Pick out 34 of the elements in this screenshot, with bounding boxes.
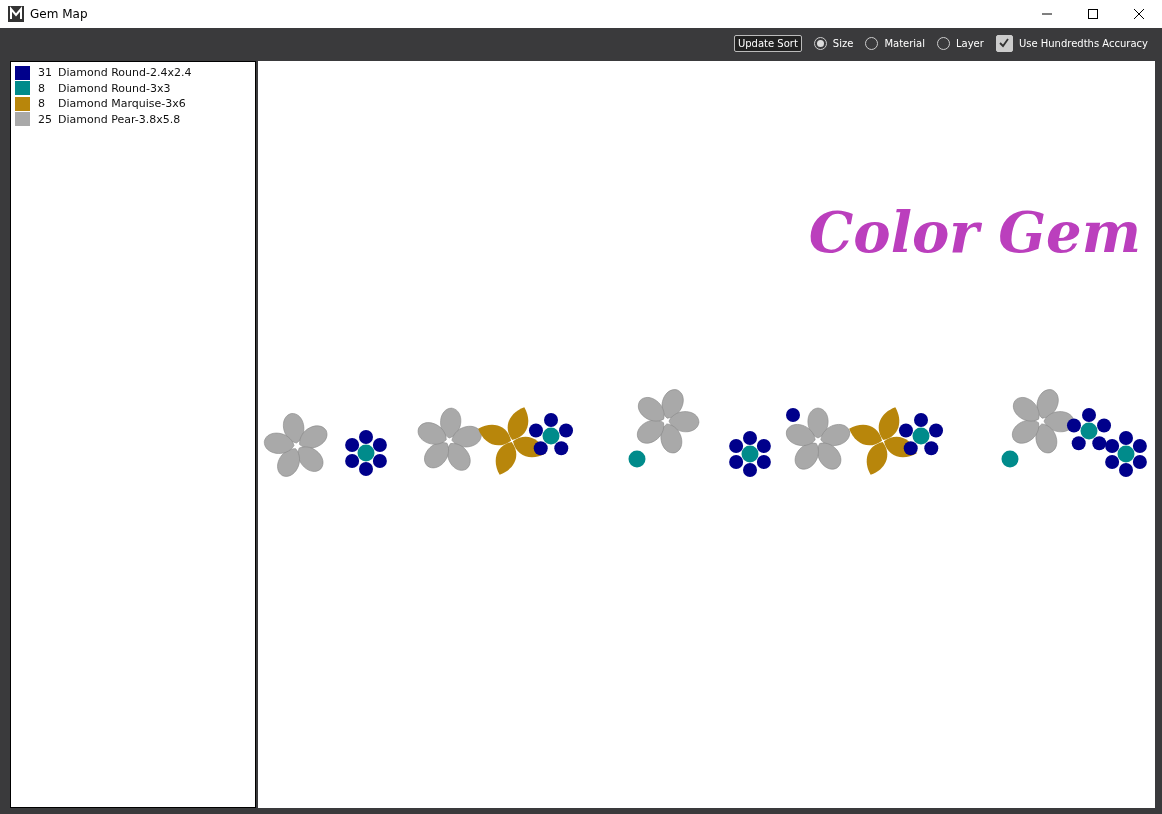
legend-count: 25 <box>38 112 53 126</box>
close-icon <box>1134 9 1144 19</box>
pear-flower-drawing <box>417 407 482 471</box>
pear-flower-drawing <box>264 413 328 477</box>
legend-count: 8 <box>38 97 46 111</box>
marquise-flower-drawing <box>849 407 917 475</box>
pear-flower-drawing <box>786 407 850 470</box>
legend-count: 8 <box>38 81 46 95</box>
rosette-drawing <box>345 430 387 476</box>
rosette-drawing <box>1066 408 1112 451</box>
legend-label: Diamond Pear-3.8x5.8 <box>58 112 181 126</box>
pear-flower-drawing <box>637 389 700 454</box>
accuracy-checkbox[interactable] <box>995 34 1013 52</box>
rosette-drawing <box>729 431 771 477</box>
round-gem-icon <box>628 450 646 468</box>
rosette-drawing <box>898 413 944 456</box>
update-sort-button[interactable]: Update Sort <box>733 34 802 52</box>
app-logo-icon <box>8 6 24 22</box>
legend-count: 31 <box>38 66 53 80</box>
radio-label: Material <box>884 37 925 49</box>
legend-label: Diamond Round-2.4x2.4 <box>58 66 192 80</box>
pear-flower-drawing <box>1012 389 1075 454</box>
window-title: Gem Map <box>30 7 88 21</box>
canvas-title: Color Gem <box>808 199 1141 265</box>
legend-label: Diamond Marquise-3x6 <box>58 97 186 111</box>
checkbox-label: Use Hundredths Accuracy <box>1018 37 1148 49</box>
round-gem-icon <box>1001 450 1019 468</box>
rosette-drawing <box>1105 431 1147 477</box>
maximize-icon <box>1088 9 1098 19</box>
round-gem-icon <box>786 408 800 422</box>
legend-label: Diamond Round-3x3 <box>58 81 171 95</box>
radio-label: Size <box>832 37 854 49</box>
rosette-drawing <box>528 413 574 456</box>
radio-label: Layer <box>956 37 984 49</box>
